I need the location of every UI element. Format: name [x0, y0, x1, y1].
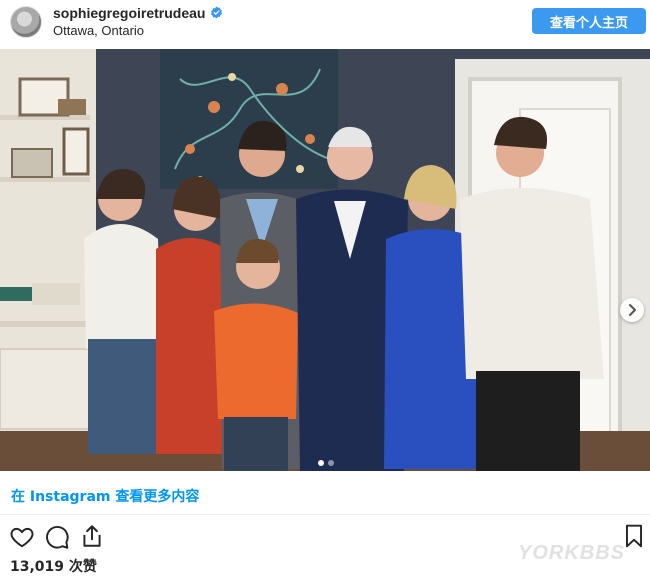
carousel-next-button[interactable]	[620, 298, 644, 322]
username[interactable]: sophiegregoiretrudeau	[53, 5, 223, 21]
chevron-right-icon	[629, 304, 636, 316]
watermark-logo: YORKBBS	[518, 542, 626, 564]
like-count[interactable]: 13,019 次赞	[10, 556, 97, 576]
heart-icon[interactable]	[9, 524, 35, 550]
view-profile-button[interactable]: 查看个人主页	[532, 8, 646, 34]
post-header: sophiegregoiretrudeau Ottawa, Ontario 查看…	[0, 0, 650, 48]
comment-bubble-icon[interactable]	[44, 524, 70, 550]
avatar[interactable]	[10, 6, 42, 38]
divider	[0, 514, 650, 515]
username-text[interactable]: sophiegregoiretrudeau	[53, 5, 205, 21]
verified-badge-icon	[211, 6, 223, 19]
share-icon[interactable]	[79, 523, 105, 549]
location-link[interactable]: Ottawa, Ontario	[53, 23, 144, 38]
carousel-dot-1	[318, 460, 324, 466]
view-more-on-instagram-link[interactable]: 在 Instagram 查看更多内容	[11, 486, 199, 506]
carousel-dot-2	[328, 460, 334, 466]
carousel-indicator	[318, 453, 338, 466]
photo-illustration	[0, 49, 650, 471]
post-photo[interactable]	[0, 49, 650, 471]
